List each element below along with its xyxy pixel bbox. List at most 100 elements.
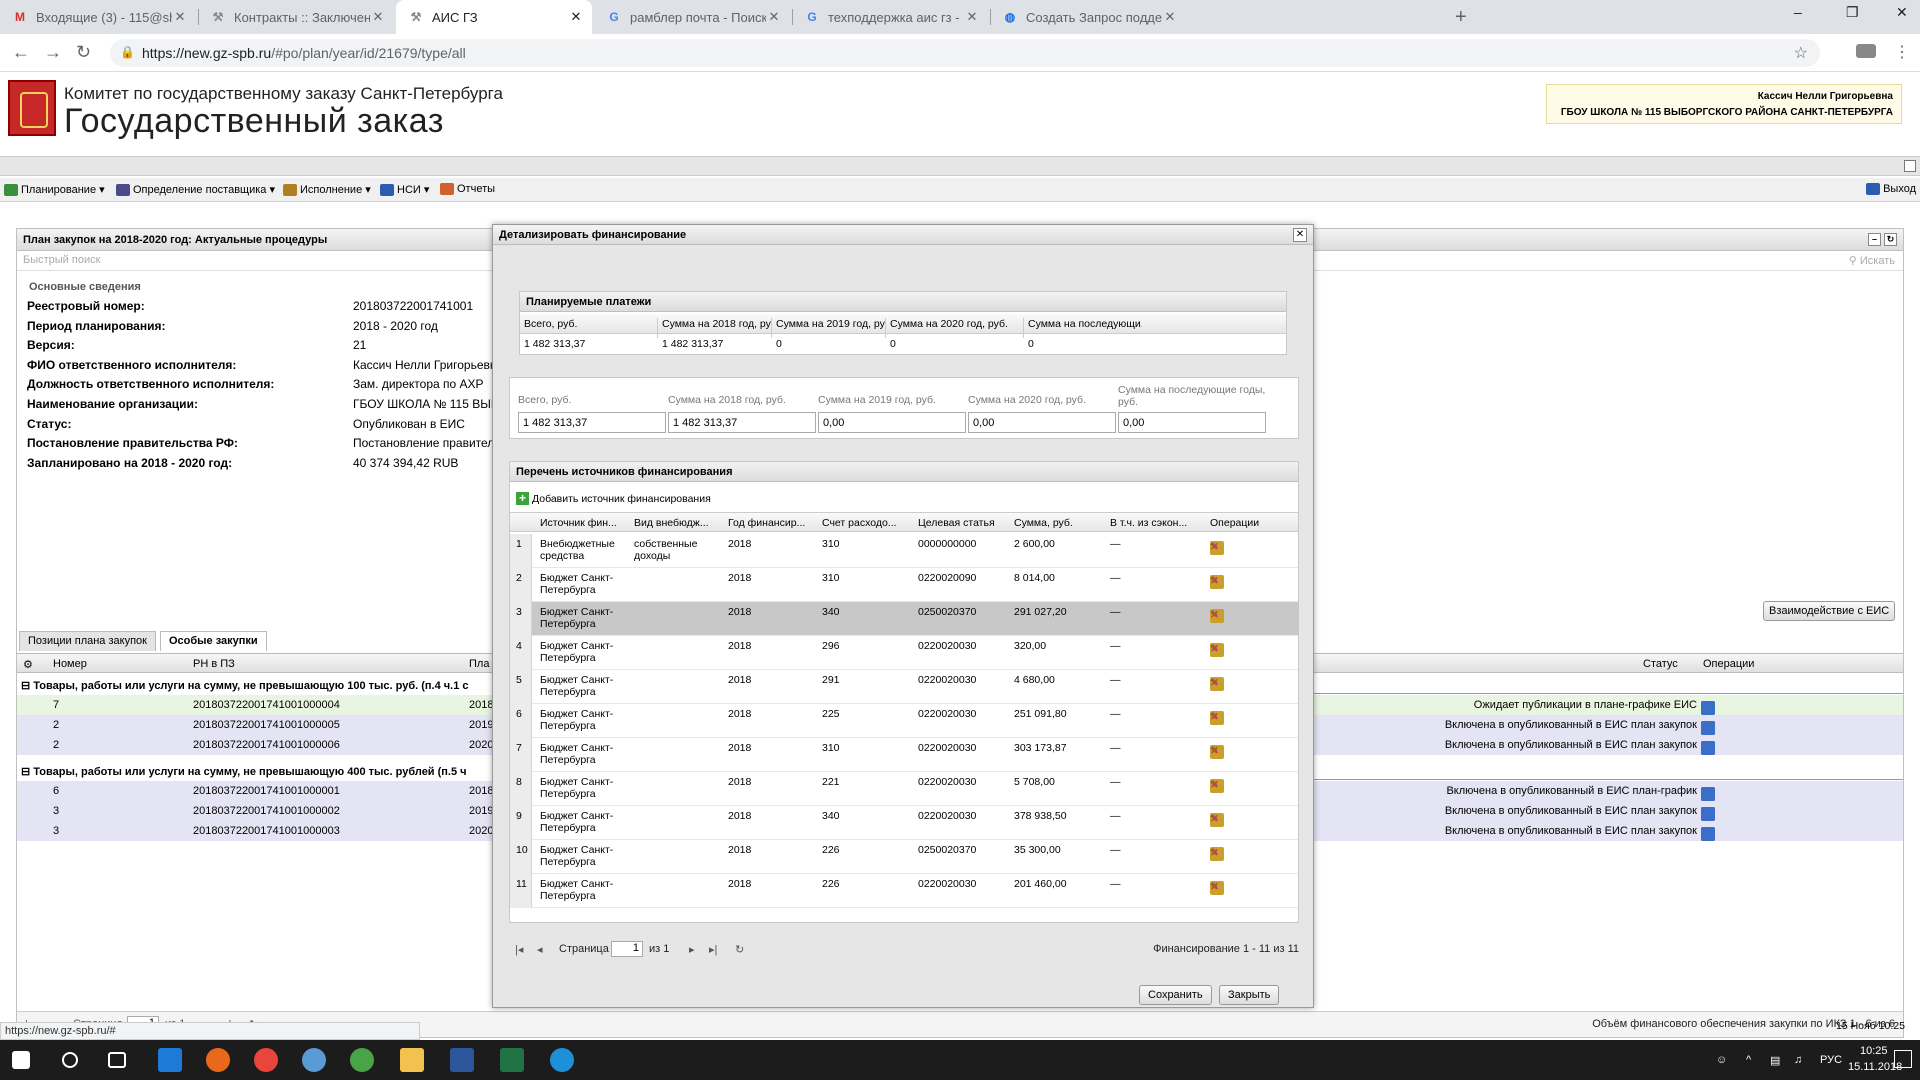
tray-arrow-icon[interactable]: ^ <box>1746 1054 1751 1066</box>
group-title[interactable]: ⊟ Товары, работы или услуги на сумму, не… <box>21 679 469 692</box>
browser-menu-icon[interactable]: ⋮ <box>1894 42 1910 62</box>
tab-close-icon[interactable]: ✕ <box>172 9 188 25</box>
edge-icon[interactable] <box>158 1048 182 1072</box>
col-status[interactable]: Статус <box>1643 658 1678 670</box>
planned-col-header[interactable]: Сумма на 2019 год, руб. <box>776 318 886 330</box>
menu-nsi[interactable]: НСИ ▾ <box>380 183 429 196</box>
close-button[interactable]: Закрыть <box>1219 985 1280 1005</box>
source-row[interactable]: 3 Бюджет Санкт-Петербурга 2018 340 025002037… <box>510 602 1298 636</box>
source-row[interactable]: 5 Бюджет Санкт-Петербурга 2018 291 022002003… <box>510 670 1298 704</box>
planned-col-header[interactable]: Сумма на 2018 год, руб. <box>662 318 772 330</box>
task-view-icon[interactable] <box>108 1052 126 1068</box>
delete-icon[interactable]: ✕ <box>1210 711 1224 725</box>
chart-icon[interactable] <box>1701 787 1715 801</box>
tab-close-icon[interactable]: ✕ <box>766 9 782 25</box>
tab-special-purchases[interactable]: Особые закупки <box>159 631 267 651</box>
tab-close-icon[interactable]: ✕ <box>568 9 584 25</box>
source-col-header[interactable]: Сумма, руб. <box>1014 517 1106 529</box>
chart-icon[interactable] <box>1701 701 1715 715</box>
browser-tab[interactable]: M Входящие (3) - 115@shko.la - П✕ <box>0 0 196 34</box>
delete-icon[interactable]: ✕ <box>1210 609 1224 623</box>
eis-interaction-button[interactable]: Взаимодействие с ЕИС <box>1763 601 1896 621</box>
excel-icon[interactable] <box>500 1048 524 1072</box>
menu-execution[interactable]: Исполнение ▾ <box>283 183 371 196</box>
browser-tab[interactable]: Gрамблер почта - Поиск в Googl✕ <box>594 0 790 34</box>
notifications-icon[interactable] <box>1894 1050 1912 1068</box>
browser-tab[interactable]: ⚒ АИС ГЗ ✕ <box>396 0 592 34</box>
source-row[interactable]: 11 Бюджет Санкт-Петербурга 2018 226 02200200… <box>510 874 1298 908</box>
reload-icon[interactable]: ↻ <box>76 42 91 63</box>
source-row[interactable]: 9 Бюджет Санкт-Петербурга 2018 340 022002003… <box>510 806 1298 840</box>
col-plan[interactable]: Пла <box>469 658 489 670</box>
source-col-header[interactable]: Целевая статья <box>918 517 1010 529</box>
save-button[interactable]: Сохранить <box>1139 985 1212 1005</box>
browser-tab[interactable]: ◍ Создать Запрос поддержки - АИ✕ <box>990 0 1186 34</box>
delete-icon[interactable]: ✕ <box>1210 847 1224 861</box>
form-input[interactable]: 0,00 <box>818 412 966 433</box>
source-row[interactable]: 4 Бюджет Санкт-Петербурга 2018 296 022002003… <box>510 636 1298 670</box>
menu-planning[interactable]: Планирование ▾ <box>4 183 105 196</box>
chart-icon[interactable] <box>1701 741 1715 755</box>
collapse-group-icon[interactable]: ⊟ <box>21 680 33 692</box>
search-button[interactable]: ⚲ Искать <box>1849 254 1895 267</box>
menu-reports[interactable]: Отчеты <box>440 183 495 195</box>
tab-close-icon[interactable]: ✕ <box>964 9 980 25</box>
language[interactable]: РУС <box>1820 1054 1842 1066</box>
tab-close-icon[interactable]: ✕ <box>370 9 386 25</box>
delete-icon[interactable]: ✕ <box>1210 881 1224 895</box>
source-col-header[interactable]: Счет расходо... <box>822 517 912 529</box>
delete-icon[interactable]: ✕ <box>1210 575 1224 589</box>
next-page-icon[interactable]: ▸ <box>689 943 695 956</box>
collapse-group-icon[interactable]: ⊟ <box>21 766 33 778</box>
delete-icon[interactable]: ✕ <box>1210 541 1224 555</box>
new-tab-icon[interactable]: + <box>1455 6 1467 29</box>
source-row[interactable]: 10 Бюджет Санкт-Петербурга 2018 226 02500203… <box>510 840 1298 874</box>
volume-icon[interactable]: ♫ <box>1794 1054 1802 1066</box>
explorer-icon[interactable] <box>400 1048 424 1072</box>
search-icon[interactable] <box>62 1052 78 1068</box>
windows-start-icon[interactable] <box>12 1051 30 1069</box>
source-row[interactable]: 1 Внебюджетные средства собственные доходы… <box>510 534 1298 568</box>
browser-tab[interactable]: ⚒ Контракты :: Заключение догов✕ <box>198 0 394 34</box>
source-col-header[interactable]: Источник фин... <box>540 517 630 529</box>
add-source-button[interactable]: + Добавить источник финансирования <box>516 492 711 505</box>
menu-supplier[interactable]: Определение поставщика ▾ <box>116 183 275 196</box>
source-row[interactable]: 2 Бюджет Санкт-Петербурга 2018 310 022002009… <box>510 568 1298 602</box>
minimize-window-icon[interactable]: – <box>1794 4 1802 20</box>
tab-close-icon[interactable]: ✕ <box>1162 9 1178 25</box>
delete-icon[interactable]: ✕ <box>1210 745 1224 759</box>
form-input[interactable]: 1 482 313,37 <box>518 412 666 433</box>
clock-time[interactable]: 10:25 <box>1860 1045 1888 1057</box>
prev-page-icon[interactable]: ◂ <box>537 943 543 956</box>
firefox-icon[interactable] <box>206 1048 230 1072</box>
minimize-panel-button[interactable]: – <box>1868 233 1881 246</box>
extension-icon[interactable] <box>1856 44 1876 58</box>
form-input[interactable]: 0,00 <box>1118 412 1266 433</box>
exit-button[interactable]: Выход <box>1866 183 1916 195</box>
chart-icon[interactable] <box>1701 827 1715 841</box>
network-icon[interactable]: ▤ <box>1770 1054 1780 1067</box>
address-bar[interactable]: 🔒 https://new.gz-spb.ru/#po/plan/year/id… <box>110 39 1820 67</box>
source-row[interactable]: 6 Бюджет Санкт-Петербурга 2018 225 022002003… <box>510 704 1298 738</box>
planned-col-header[interactable]: Всего, руб. <box>524 318 658 330</box>
source-row[interactable]: 7 Бюджет Санкт-Петербурга 2018 310 022002003… <box>510 738 1298 772</box>
browser-tab[interactable]: Gтехподдержка аис гз - Поиск в✕ <box>792 0 988 34</box>
chart-icon[interactable] <box>1701 721 1715 735</box>
chrome-icon[interactable] <box>254 1048 278 1072</box>
maximize-window-icon[interactable]: ❐ <box>1846 4 1859 21</box>
forward-icon[interactable]: → <box>44 42 62 63</box>
col-number[interactable]: Номер <box>53 658 87 670</box>
bookmark-star-icon[interactable]: ☆ <box>1794 43 1808 63</box>
planned-col-header[interactable]: Сумма на 2020 год, руб. <box>890 318 1024 330</box>
app-icon[interactable] <box>350 1048 374 1072</box>
source-row[interactable]: 8 Бюджет Санкт-Петербурга 2018 221 022002003… <box>510 772 1298 806</box>
collapse-header-button[interactable] <box>1904 160 1916 172</box>
page-input[interactable]: 1 <box>611 941 643 957</box>
form-input[interactable]: 1 482 313,37 <box>668 412 816 433</box>
col-rn[interactable]: РН в ПЗ <box>193 658 235 670</box>
ie-icon[interactable] <box>550 1048 574 1072</box>
group-title[interactable]: ⊟ Товары, работы или услуги на сумму, не… <box>21 765 467 778</box>
dialog-close-button[interactable]: ✕ <box>1293 228 1307 242</box>
source-col-header[interactable]: Вид внебюдж... <box>634 517 724 529</box>
delete-icon[interactable]: ✕ <box>1210 813 1224 827</box>
